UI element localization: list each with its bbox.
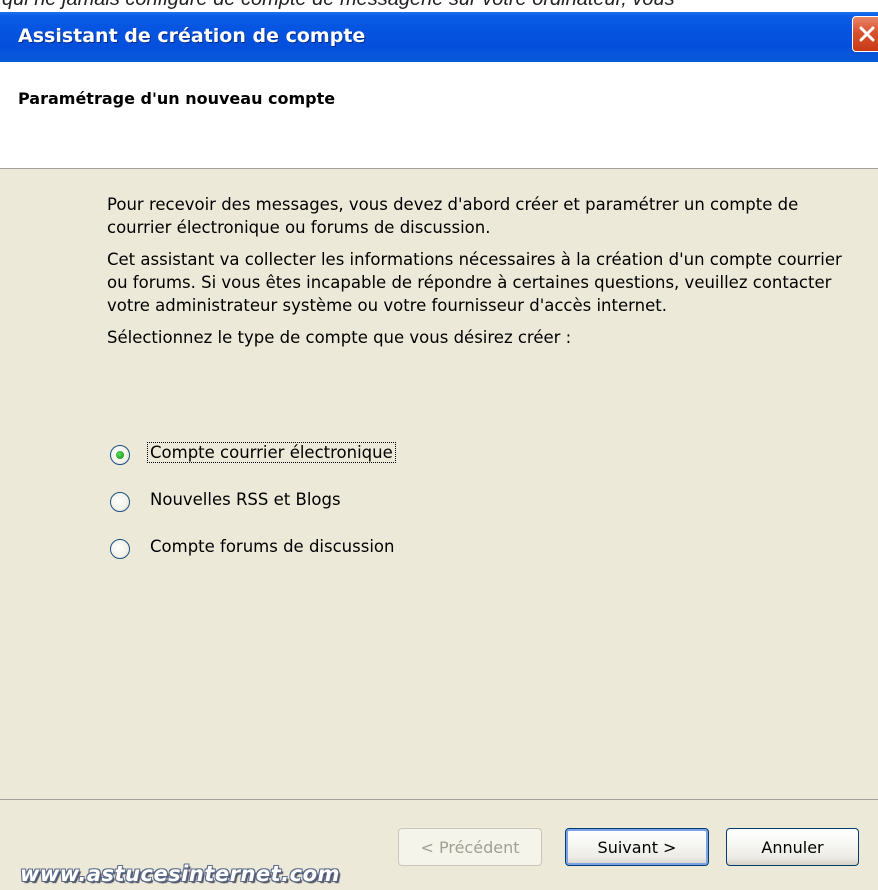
radio-button-newsgroups[interactable] <box>110 539 130 559</box>
top-page-text: qui ne jamais configuré de compte de mes… <box>2 0 675 11</box>
intro-paragraph-2: Cet assistant va collecter les informati… <box>107 250 842 315</box>
window-title: Assistant de création de compte <box>18 25 366 47</box>
intro-text: Pour recevoir des messages, vous devez d… <box>107 193 847 358</box>
close-icon <box>859 26 875 42</box>
next-button[interactable]: Suivant > <box>565 828 709 866</box>
back-button[interactable]: < Précédent <box>398 828 542 866</box>
close-button[interactable] <box>852 16 878 52</box>
radio-button-email[interactable] <box>110 445 130 465</box>
radio-label-newsgroups[interactable]: Compte forums de discussion <box>148 537 396 556</box>
title-bar[interactable]: Assistant de création de compte <box>0 12 878 62</box>
top-page-text-strip: qui ne jamais configuré de compte de mes… <box>0 0 878 12</box>
wizard-footer: < Précédent Suivant > Annuler www.astuce… <box>0 799 878 890</box>
radio-button-rss[interactable] <box>110 492 130 512</box>
radio-label-email[interactable]: Compte courrier électronique <box>147 442 396 463</box>
radio-selected-dot <box>116 451 124 459</box>
wizard-header: Paramétrage d'un nouveau compte <box>0 62 878 169</box>
wizard-content: Pour recevoir des messages, vous devez d… <box>0 169 878 799</box>
radio-label-rss[interactable]: Nouvelles RSS et Blogs <box>148 490 343 509</box>
page-title: Paramétrage d'un nouveau compte <box>18 89 336 108</box>
watermark: www.astucesinternet.com <box>20 862 340 886</box>
account-type-prompt: Sélectionnez le type de compte que vous … <box>107 328 572 347</box>
cancel-button[interactable]: Annuler <box>726 828 859 866</box>
intro-paragraph-1: Pour recevoir des messages, vous devez d… <box>107 195 799 237</box>
